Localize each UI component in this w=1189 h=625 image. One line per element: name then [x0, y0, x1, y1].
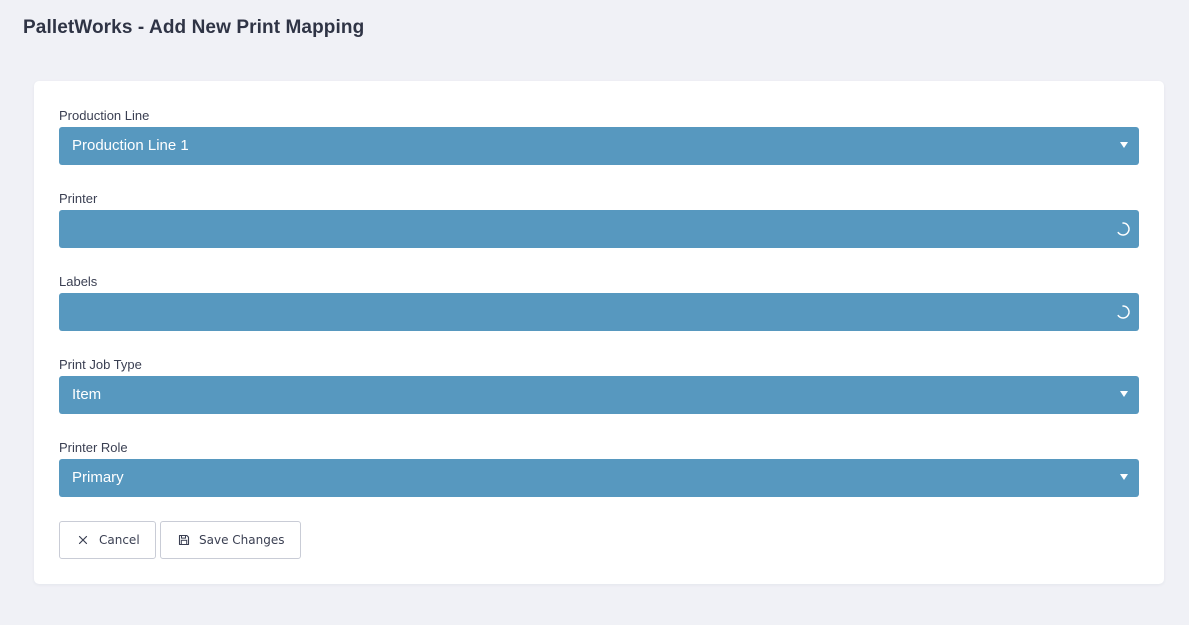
chevron-down-icon [1120, 391, 1128, 397]
loading-spinner-icon [1117, 222, 1130, 236]
close-icon [78, 535, 88, 545]
print-job-type-field: Print Job Type Item [59, 357, 1139, 414]
cancel-button[interactable]: Cancel [59, 521, 156, 559]
printer-select[interactable] [59, 210, 1139, 248]
cancel-button-label: Cancel [99, 533, 140, 547]
print-job-type-select[interactable]: Item [59, 376, 1139, 414]
production-line-select[interactable]: Production Line 1 [59, 127, 1139, 165]
printer-role-label: Printer Role [59, 440, 128, 455]
chevron-down-icon [1120, 142, 1128, 148]
printer-role-select[interactable]: Primary [59, 459, 1139, 497]
floppy-disk-icon [178, 534, 190, 546]
print-job-type-value: Item [72, 386, 102, 403]
printer-role-field: Printer Role Primary [59, 440, 1139, 497]
production-line-value: Production Line 1 [72, 137, 189, 154]
production-line-label: Production Line [59, 108, 150, 123]
printer-role-value: Primary [72, 469, 124, 486]
labels-label: Labels [59, 274, 98, 289]
printer-field: Printer [59, 191, 1139, 248]
loading-spinner-icon [1117, 305, 1130, 319]
chevron-down-icon [1120, 474, 1128, 480]
labels-field: Labels [59, 274, 1139, 331]
save-changes-button-label: Save Changes [199, 533, 285, 547]
print-job-type-label: Print Job Type [59, 357, 142, 372]
save-changes-button[interactable]: Save Changes [160, 521, 301, 559]
page-title: PalletWorks - Add New Print Mapping [23, 17, 365, 38]
production-line-field: Production Line Production Line 1 [59, 108, 1139, 165]
print-mapping-form: Production Line Production Line 1 Printe… [34, 81, 1164, 584]
printer-label: Printer [59, 191, 98, 206]
labels-select[interactable] [59, 293, 1139, 331]
